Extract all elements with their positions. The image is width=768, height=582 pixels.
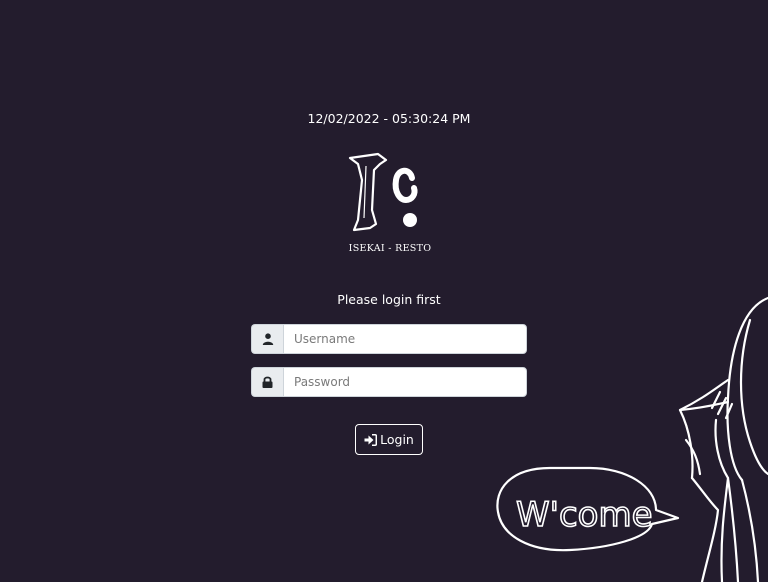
password-addon (251, 367, 283, 397)
login-page: 12/02/2022 - 05:30:24 PM ISEKAI - RESTO … (0, 0, 768, 582)
login-button-label: Login (380, 432, 414, 447)
lock-icon (262, 376, 273, 388)
sign-in-icon (364, 433, 378, 446)
login-button[interactable]: Login (355, 424, 423, 455)
brand-name: ISEKAI - RESTO (348, 243, 432, 254)
anime-character-doodle: W'come (496, 296, 768, 582)
user-icon (262, 333, 273, 345)
current-datetime: 12/02/2022 - 05:30:24 PM (307, 111, 471, 126)
username-addon (251, 324, 283, 354)
speech-bubble-text: W'come (516, 495, 653, 535)
